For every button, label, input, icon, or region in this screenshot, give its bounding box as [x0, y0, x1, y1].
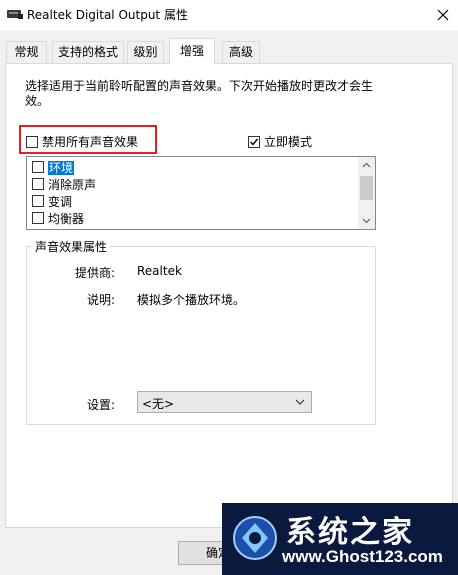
tab-enhancements[interactable]: 增强	[169, 38, 215, 64]
setting-select-value: <无>	[142, 397, 175, 411]
enhancements-description: 选择适用于当前聆听配置的声音效果。下次开始播放时更改才会生效。	[25, 79, 374, 108]
checkbox-box[interactable]	[32, 161, 44, 173]
list-item[interactable]: 环境	[32, 159, 75, 175]
tab-general[interactable]: 常规	[6, 41, 47, 63]
disable-all-checkbox[interactable]: 禁用所有声音效果	[26, 133, 138, 150]
watermark-logo-icon	[232, 509, 278, 570]
disable-all-label: 禁用所有声音效果	[42, 135, 139, 149]
checkbox-box	[32, 229, 44, 230]
speaker-device-icon	[7, 9, 23, 20]
provider-label: 提供商:	[75, 266, 116, 280]
description-label: 说明:	[87, 293, 116, 307]
checkbox-box[interactable]	[32, 178, 44, 190]
effects-list[interactable]: 环境 消除原声 变调 均衡器	[26, 156, 376, 230]
effect-label: 均衡器	[48, 211, 85, 226]
checkbox-box[interactable]	[32, 195, 44, 207]
list-item[interactable]: 变调	[32, 193, 72, 209]
tab-levels[interactable]: 级别	[127, 41, 164, 63]
list-item[interactable]: 消除原声	[32, 176, 96, 192]
chevron-up-icon	[362, 162, 371, 168]
effect-label: 变调	[48, 194, 73, 209]
watermark-url: www.Ghost123.com	[282, 547, 443, 566]
immediate-mode-checkbox[interactable]: 立即模式	[248, 133, 312, 150]
window-title: Realtek Digital Output 属性	[27, 8, 188, 22]
setting-label: 设置:	[87, 398, 116, 412]
effect-label: 环境	[48, 160, 75, 175]
scroll-thumb[interactable]	[360, 176, 373, 200]
title-bar: Realtek Digital Output 属性	[0, 0, 458, 30]
immediate-mode-label: 立即模式	[264, 135, 313, 149]
checkbox-box-checked	[248, 135, 260, 148]
description-value: 模拟多个播放环境。	[137, 293, 246, 307]
tab-advanced[interactable]: 高级	[222, 41, 260, 63]
list-item-partial	[32, 227, 44, 230]
scroll-up-button[interactable]	[358, 157, 375, 174]
watermark-title: 系统之家	[286, 515, 414, 550]
provider-value: Realtek	[137, 264, 182, 278]
vertical-scrollbar[interactable]	[358, 157, 375, 229]
checkbox-box[interactable]	[32, 212, 44, 224]
properties-group-title: 声音效果属性	[33, 238, 110, 255]
chevron-down-icon	[362, 218, 371, 224]
tab-strip: 常规 支持的格式 级别 增强 高级	[0, 38, 458, 64]
chevron-down-icon	[295, 399, 305, 405]
effect-label: 消除原声	[48, 177, 97, 192]
checkbox-box	[26, 135, 38, 148]
checkmark-icon	[250, 138, 259, 146]
tab-supported-formats[interactable]: 支持的格式	[52, 41, 124, 63]
list-item[interactable]: 均衡器	[32, 210, 84, 226]
close-icon	[437, 9, 449, 21]
setting-select[interactable]: <无>	[137, 391, 312, 413]
watermark: 系统之家 www.Ghost123.com	[222, 503, 458, 575]
close-button[interactable]	[426, 0, 458, 30]
scroll-down-button[interactable]	[358, 212, 375, 229]
